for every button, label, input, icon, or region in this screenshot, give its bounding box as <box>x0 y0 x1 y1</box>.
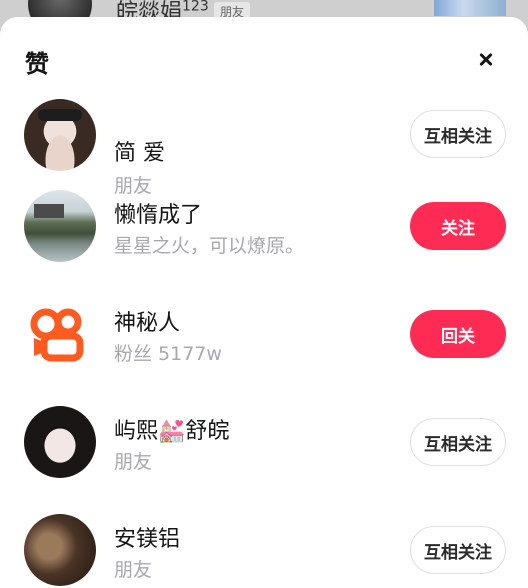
background-thumbnail <box>434 0 506 16</box>
avatar[interactable] <box>24 406 96 478</box>
mutual-follow-button[interactable]: 互相关注 <box>410 418 506 466</box>
follow-button[interactable]: 关注 <box>410 202 506 250</box>
building-shape <box>34 204 64 218</box>
avatar[interactable] <box>24 190 96 262</box>
mutual-follow-button[interactable]: 互相关注 <box>410 526 506 574</box>
user-name[interactable]: 简 爱 <box>114 135 165 167</box>
list-item[interactable]: 神秘人 粉丝 5177w 回关 <box>0 283 528 391</box>
follow-back-button[interactable]: 回关 <box>410 310 506 358</box>
user-name[interactable]: 懒惰成了 <box>114 197 202 229</box>
user-subtitle: 朋友 <box>114 559 153 581</box>
mutual-follow-button[interactable]: 互相关注 <box>410 110 506 158</box>
kuaishou-logo-icon <box>30 308 84 362</box>
user-name[interactable]: 屿熙💒舒皖 <box>114 413 229 445</box>
likes-list[interactable]: 简 爱 朋友 互相关注 懒惰成了 星星之火，可以燎原。 关注 神秘人 粉丝 51… <box>0 17 528 588</box>
list-item[interactable]: 安镁铝 朋友 互相关注 <box>0 499 528 588</box>
sunglasses-shape <box>38 109 82 121</box>
kuaishou-logo-icon[interactable] <box>24 298 96 370</box>
list-item[interactable]: 懒惰成了 星星之火，可以燎原。 关注 <box>0 175 528 283</box>
list-item[interactable]: 屿熙💒舒皖 朋友 互相关注 <box>0 391 528 499</box>
avatar[interactable] <box>24 99 96 171</box>
avatar[interactable] <box>24 514 96 586</box>
close-icon[interactable] <box>476 45 510 75</box>
likes-sheet: 简 爱 朋友 互相关注 懒惰成了 星星之火，可以燎原。 关注 神秘人 粉丝 51… <box>0 17 528 588</box>
user-subtitle: 粉丝 5177w <box>114 343 222 365</box>
user-subtitle: 星星之火，可以燎原。 <box>114 235 305 257</box>
user-subtitle: 朋友 <box>114 451 153 473</box>
user-name[interactable]: 神秘人 <box>114 305 180 337</box>
sheet-title: 赞 <box>25 50 49 78</box>
sheet-header: 赞 <box>0 17 528 99</box>
user-name[interactable]: 安镁铝 <box>114 521 180 553</box>
